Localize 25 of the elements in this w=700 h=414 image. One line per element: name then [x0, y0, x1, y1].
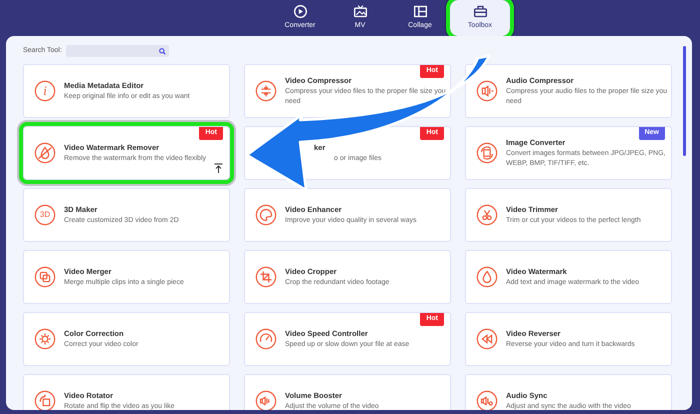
scissors-icon — [476, 204, 498, 226]
pin-to-top-icon[interactable] — [214, 163, 223, 173]
info-icon: i — [34, 80, 56, 102]
droplet-off-icon — [34, 142, 56, 164]
merge-icon — [34, 266, 56, 288]
gauge-icon — [255, 328, 277, 350]
droplet-icon — [476, 266, 498, 288]
tv-icon — [352, 4, 368, 18]
converter-icon — [292, 4, 308, 18]
3d-icon: 3D — [34, 204, 56, 226]
rotate-icon — [34, 390, 56, 410]
sun-icon — [34, 328, 56, 350]
crop-icon — [255, 266, 277, 288]
scrollbar[interactable] — [683, 46, 686, 156]
palette-icon — [255, 204, 277, 226]
rewind-icon — [476, 328, 498, 350]
image-convert-icon — [476, 142, 498, 164]
speaker-icon — [476, 80, 498, 102]
search-icon[interactable] — [158, 48, 166, 54]
toolbox-icon — [472, 4, 488, 18]
volume-icon — [255, 390, 277, 410]
search-field[interactable] — [66, 45, 169, 57]
collage-icon — [412, 4, 428, 18]
compress-icon — [255, 80, 277, 102]
audio-sync-icon — [476, 390, 498, 410]
